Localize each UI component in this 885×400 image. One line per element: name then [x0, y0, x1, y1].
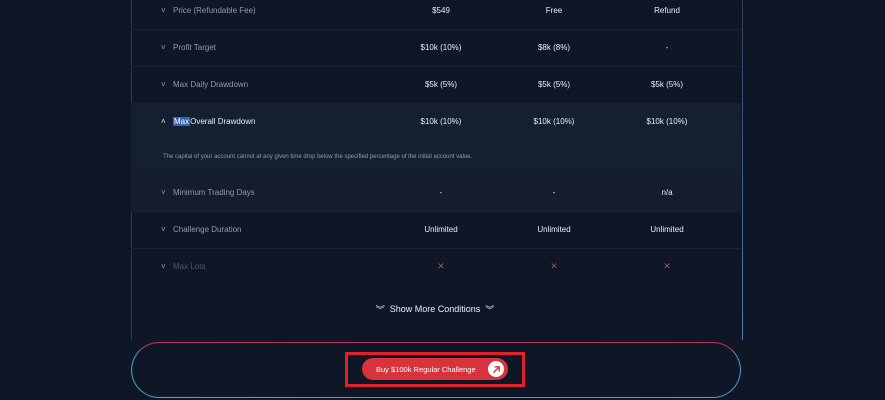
row-label: Price (Refundable Fee)	[173, 6, 256, 15]
table-row-profit-target[interactable]: ˅ Profit Target $10k (10%) $8k (8%) -	[131, 29, 741, 67]
cell-value: Free	[545, 6, 563, 15]
table-row-price[interactable]: ˅ Price (Refundable Fee) $549 Free Refun…	[131, 0, 741, 30]
cell-value: n/a	[661, 188, 673, 197]
cell-value: $549	[432, 6, 450, 15]
buy-button-label: Buy $100k Regular Challenge	[376, 364, 476, 374]
selected-text: Max	[173, 117, 191, 126]
row-label: Max Daily Drawdown	[173, 80, 249, 89]
cell-value: $10k (10%)	[533, 117, 575, 126]
show-more-conditions-button[interactable]: ︾ Show More Conditions ︾	[370, 300, 500, 318]
row-label: Minimum Trading Days	[173, 188, 255, 197]
row-label: Challenge Duration	[173, 225, 242, 234]
cell-value: Unlimited	[537, 225, 571, 234]
show-more-label: Show More Conditions	[389, 304, 481, 314]
cell-value: $5k (5%)	[650, 80, 683, 89]
cell-value: -	[439, 188, 443, 197]
chevron-down-icon: ˅	[161, 188, 166, 197]
arrow-up-right-icon	[488, 361, 504, 377]
cell-value: Unlimited	[424, 225, 458, 234]
table-row-max-daily-drawdown[interactable]: ˅ Max Daily Drawdown $5k (5%) $5k (5%) $…	[131, 66, 741, 104]
cross-icon: ✕	[663, 261, 671, 271]
cell-value: -	[552, 188, 556, 197]
cell-value: $8k (8%)	[537, 43, 570, 52]
chevron-down-icon: ˅	[161, 80, 166, 89]
page: ˅ Price (Refundable Fee) $549 Free Refun…	[0, 0, 885, 400]
row-label: Overall Drawdown	[190, 117, 256, 126]
row-description: The capital of your account cannot at an…	[131, 140, 741, 174]
cell-value: Refund	[654, 6, 680, 15]
double-chevron-down-icon: ︾	[485, 304, 495, 315]
double-chevron-down-icon: ︾	[375, 304, 385, 315]
cell-value: Unlimited	[650, 225, 684, 234]
buy-challenge-button[interactable]: Buy $100k Regular Challenge	[362, 358, 508, 380]
chevron-down-icon: ˅	[161, 262, 166, 271]
chevron-down-icon: ˅	[161, 43, 166, 52]
cell-value: $10k (10%)	[420, 43, 462, 52]
row-label: Max Lots	[173, 262, 206, 271]
cross-icon: ✕	[437, 261, 445, 271]
cell-value: $5k (5%)	[424, 80, 457, 89]
cell-value: $10k (10%)	[646, 117, 688, 126]
cross-icon: ✕	[550, 261, 558, 271]
table-row-challenge-duration[interactable]: ˅ Challenge Duration Unlimited Unlimited…	[131, 211, 741, 249]
table-row-max-overall-drawdown[interactable]: ˄ Max Overall Drawdown $10k (10%) $10k (…	[131, 103, 741, 140]
chevron-down-icon: ˅	[161, 225, 166, 234]
table-row-minimum-trading-days[interactable]: ˅ Minimum Trading Days - - n/a	[131, 174, 741, 212]
row-label: Profit Target	[173, 43, 216, 52]
cell-value: -	[665, 43, 669, 52]
chevron-down-icon: ˅	[161, 6, 166, 15]
cell-value: $5k (5%)	[537, 80, 570, 89]
chevron-up-icon: ˄	[161, 117, 166, 126]
table-row-max-lots[interactable]: ˅ Max Lots ✕ ✕ ✕	[131, 248, 741, 285]
cell-value: $10k (10%)	[420, 117, 462, 126]
